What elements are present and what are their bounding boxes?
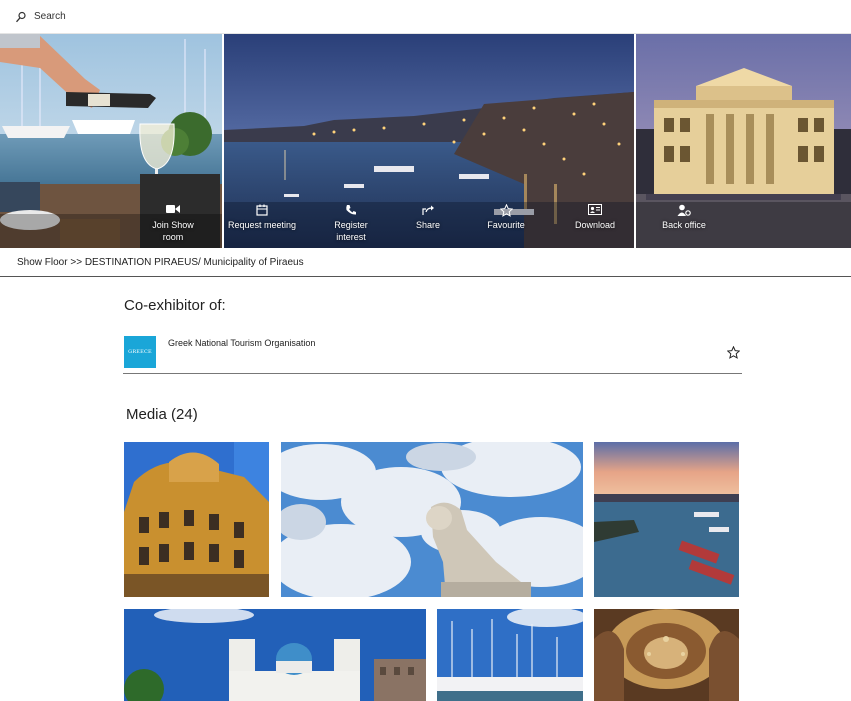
- share-icon: [385, 204, 471, 218]
- request-meeting-button[interactable]: Request meeting: [219, 204, 305, 231]
- media-thumb-marina-yachts[interactable]: [437, 609, 583, 701]
- contact-card-icon: [552, 204, 638, 218]
- favourite-label: Favourite: [487, 220, 525, 230]
- share-label: Share: [415, 220, 441, 230]
- join-showroom-label: Join Show room: [152, 220, 194, 242]
- phone-icon: [308, 204, 394, 218]
- breadcrumb-current[interactable]: DESTINATION PIRAEUS/ Municipality of Pir…: [85, 257, 304, 268]
- favourite-org-star-icon[interactable]: [727, 346, 740, 359]
- star-icon: [463, 203, 549, 218]
- media-thumb-church-interior[interactable]: [594, 609, 739, 701]
- header-divider: [0, 276, 851, 277]
- media-thumb-neoclassical-building[interactable]: [124, 442, 269, 597]
- join-showroom-button[interactable]: Join Show room: [130, 204, 216, 243]
- media-thumb-church[interactable]: [124, 609, 426, 701]
- share-button[interactable]: Share: [385, 204, 471, 231]
- media-heading: Media (24): [126, 406, 198, 423]
- search-bar[interactable]: Search: [0, 0, 851, 34]
- request-meeting-label: Request meeting: [227, 220, 297, 230]
- register-interest-button[interactable]: Register interest: [308, 204, 394, 243]
- coexhibitor-heading: Co-exhibitor of:: [124, 297, 226, 314]
- download-button[interactable]: Download: [552, 204, 638, 231]
- back-office-button[interactable]: Back office: [641, 204, 727, 231]
- breadcrumb: Show Floor >> DESTINATION PIRAEUS/ Munic…: [17, 257, 304, 269]
- back-office-label: Back office: [662, 220, 706, 230]
- calendar-icon: [219, 204, 305, 218]
- media-thumb-port-sunset[interactable]: [594, 442, 739, 597]
- register-interest-label: Register interest: [334, 220, 368, 242]
- org-name-link[interactable]: Greek National Tourism Organisation: [168, 338, 315, 348]
- coexhibitor-divider: [123, 373, 742, 374]
- media-thumb-lion-statue[interactable]: [281, 442, 583, 597]
- breadcrumb-separator: >>: [70, 257, 83, 268]
- search-placeholder[interactable]: Search: [34, 11, 66, 23]
- video-camera-icon: [130, 204, 216, 218]
- favourite-button[interactable]: Favourite: [463, 203, 549, 231]
- breadcrumb-root[interactable]: Show Floor: [17, 257, 68, 268]
- exhibitor-page: Search Join Show room Request meeting Re…: [0, 0, 851, 701]
- org-logo[interactable]: GREECE: [124, 336, 156, 368]
- org-logo-text: GREECE: [128, 349, 152, 355]
- user-settings-icon: [641, 204, 727, 218]
- search-icon[interactable]: [15, 11, 27, 23]
- hero-banner: Join Show room Request meeting Register …: [0, 34, 851, 248]
- download-label: Download: [574, 220, 616, 230]
